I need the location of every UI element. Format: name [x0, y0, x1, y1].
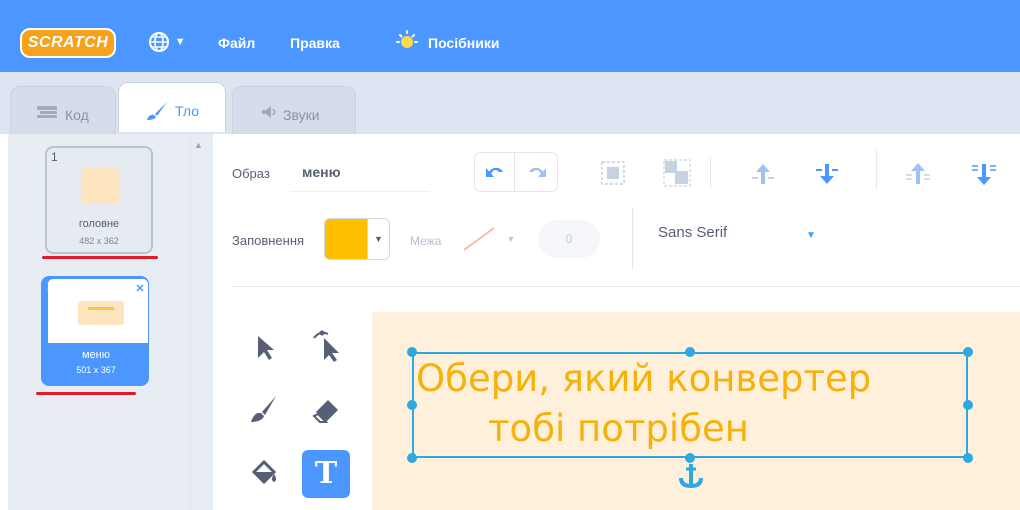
paint-bucket-icon	[251, 459, 277, 485]
text-tool[interactable]: T	[302, 450, 350, 498]
canvas-text[interactable]: Обери, який конвертер тобі потрібен	[416, 354, 972, 454]
language-menu[interactable]: ▼	[148, 31, 186, 53]
chevron-down-icon: ▼	[174, 36, 186, 48]
tab-strip: Код Тло Звуки	[0, 72, 1020, 134]
toolbar-divider	[632, 208, 633, 270]
resize-handle[interactable]	[963, 400, 973, 410]
backdrop-number: 2	[47, 279, 54, 293]
resize-handle[interactable]	[963, 347, 973, 357]
edit-menu[interactable]: Правка	[290, 35, 340, 51]
rotate-anchor-icon[interactable]	[678, 462, 704, 490]
resize-handle[interactable]	[685, 347, 695, 357]
redo-icon[interactable]	[517, 153, 557, 191]
arrow-cursor-icon	[258, 336, 274, 360]
tab-code-label: Код	[65, 107, 89, 123]
reshape-tool[interactable]	[302, 322, 350, 370]
annotation-underline	[36, 392, 136, 395]
backdrop-item-1[interactable]: 1 головне 482 x 362	[45, 146, 153, 254]
speaker-icon	[262, 106, 276, 118]
toolbar-divider	[232, 286, 1020, 287]
toolbar-divider	[876, 150, 877, 190]
scratch-logo[interactable]: SCRATCH	[20, 28, 116, 58]
forward-icon[interactable]	[750, 160, 776, 188]
tab-sounds-label: Звуки	[283, 107, 320, 123]
brush-icon	[147, 102, 167, 120]
undo-icon	[486, 167, 503, 177]
file-menu[interactable]: Файл	[218, 35, 255, 51]
eraser-icon	[312, 400, 338, 423]
fill-color-swatch[interactable]	[324, 218, 368, 260]
code-blocks-icon	[37, 106, 57, 118]
backdrop-item-2[interactable]: 2 ✕ меню 501 x 367	[41, 276, 149, 386]
font-select[interactable]: Sans Serif	[658, 224, 727, 241]
resize-handle[interactable]	[407, 400, 417, 410]
undo-redo-group	[474, 152, 558, 192]
brush-tool[interactable]	[240, 386, 288, 434]
backward-icon[interactable]	[814, 160, 840, 188]
back-icon[interactable]	[970, 160, 998, 188]
ungroup-icon[interactable]	[662, 158, 692, 188]
costume-name-label: Образ	[232, 166, 270, 181]
backdrop-thumbnail	[81, 168, 119, 204]
toolbar-divider	[710, 158, 711, 188]
resize-handle[interactable]	[407, 347, 417, 357]
eraser-tool[interactable]	[302, 386, 350, 434]
backdrop-size: 482 x 362	[79, 236, 119, 246]
backdrop-number: 1	[51, 150, 58, 164]
outline-label: Межа	[410, 234, 442, 248]
canvas-text-line-2: тобі потрібен	[488, 407, 749, 450]
globe-icon	[149, 32, 169, 52]
menu-bar: SCRATCH ▼ Файл Правка Посібники	[0, 0, 1020, 72]
delete-backdrop-icon[interactable]: ✕	[132, 281, 148, 297]
undo-button[interactable]	[475, 153, 515, 191]
canvas-text-line-1: Обери, який конвертер	[416, 357, 872, 400]
tutorials-menu[interactable]: Посібники	[428, 35, 499, 51]
annotation-underline	[42, 256, 158, 259]
brush-icon	[251, 396, 276, 422]
backdrop-size: 501 x 367	[76, 365, 116, 375]
scroll-up-icon[interactable]: ▲	[194, 140, 203, 150]
group-icon[interactable]	[598, 158, 628, 188]
outline-width-input[interactable]: 0	[538, 220, 600, 258]
chevron-down-icon[interactable]: ▼	[806, 230, 816, 241]
backdrop-name: меню	[81, 349, 110, 361]
tab-code[interactable]: Код	[10, 86, 116, 134]
fill-dropdown-icon[interactable]: ▼	[368, 218, 390, 260]
outline-dropdown-icon[interactable]: ▼	[502, 220, 520, 258]
resize-handle[interactable]	[407, 453, 417, 463]
select-tool[interactable]	[240, 322, 288, 370]
fill-label: Заповнення	[232, 233, 305, 248]
outline-color-swatch[interactable]	[456, 220, 502, 258]
tab-backdrops[interactable]: Тло	[118, 82, 226, 132]
backdrop-list-scrollbar[interactable]	[190, 134, 212, 510]
tab-backdrops-label: Тло	[175, 103, 200, 119]
bulb-icon	[396, 30, 418, 48]
fill-tool[interactable]	[240, 450, 288, 498]
front-icon[interactable]	[904, 160, 932, 188]
reshape-icon	[313, 330, 339, 362]
backdrop-name: головне	[78, 218, 120, 230]
tab-sounds[interactable]: Звуки	[232, 86, 356, 134]
resize-handle[interactable]	[963, 453, 973, 463]
costume-name-input[interactable]: меню	[290, 152, 430, 192]
